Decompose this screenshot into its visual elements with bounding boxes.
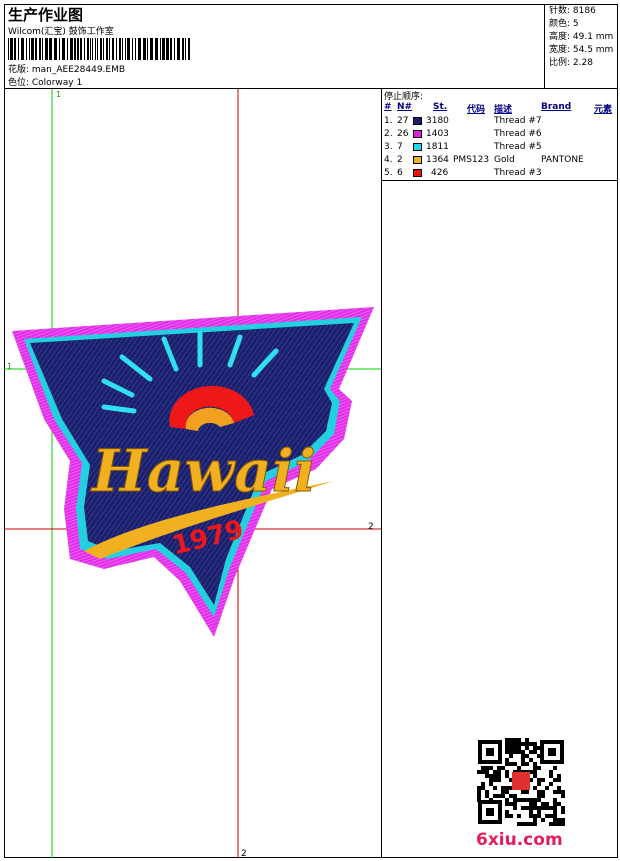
table-row[interactable]: 2. 26 1403 Thread #6: [382, 128, 618, 141]
color-swatch: [413, 143, 422, 151]
design-canvas[interactable]: Hawaii 1979 1 1 2 2: [4, 89, 382, 859]
guide-label-h2: 2: [368, 522, 374, 532]
hawaii-patch: Hawaii 1979: [12, 307, 374, 637]
stat-width: 宽度: 54.5 mm: [549, 45, 614, 55]
table-row[interactable]: 1. 27 3180 Thread #7: [382, 115, 618, 128]
table-row[interactable]: 5. 6 426 Thread #3: [382, 167, 618, 180]
guide-label-h1: 1: [7, 362, 12, 371]
stat-height: 高度: 49.1 mm: [549, 32, 614, 42]
qr-code: [476, 738, 566, 826]
stat-colors: 颜色: 5: [549, 19, 579, 29]
header-panel: 生产作业图 Wilcom(汇宝) 鼓饰工作室 花版: man_AEE28449.…: [4, 4, 618, 89]
barcode: [8, 38, 190, 60]
col-code: 代码: [467, 105, 486, 115]
patch-word: Hawaii: [90, 437, 316, 505]
stop-sequence-table: 停止顺序: # N# St. 代码 描述 Brand 元素 1. 27 3180…: [382, 89, 618, 181]
color-swatch: [413, 130, 422, 138]
guide-label-v2: 2: [241, 849, 247, 858]
color-swatch: [413, 169, 422, 177]
col-element: 元素: [594, 105, 613, 115]
col-index: #: [384, 102, 392, 112]
stat-scale: 比例: 2.28: [549, 58, 593, 68]
page-title: 生产作业图: [8, 6, 84, 24]
col-brand: Brand: [541, 102, 572, 112]
stats-panel: 针数: 8186 颜色: 5 高度: 49.1 mm 宽度: 54.5 mm 比…: [544, 4, 618, 89]
col-desc: 描述: [494, 105, 513, 115]
watermark-site: 6xiu.com: [476, 830, 563, 850]
design-preview: Hawaii 1979 1 1 2 2: [4, 89, 382, 859]
col-needle: N#: [397, 102, 413, 112]
design-file-label: 花版: man_AEE28449.EMB: [8, 65, 126, 75]
color-swatch: [413, 117, 422, 125]
stat-stitches: 针数: 8186: [549, 6, 596, 16]
colorway-label: 色位: Colorway 1: [8, 78, 83, 88]
guide-label-v1: 1: [56, 90, 61, 99]
stop-sequence-caption: 停止顺序:: [384, 92, 424, 102]
col-stitches: St.: [433, 102, 448, 112]
color-swatch: [413, 156, 422, 164]
table-row[interactable]: 3. 7 1811 Thread #5: [382, 141, 618, 154]
table-row[interactable]: 4. 2 1364 PMS123 Gold PANTONE: [382, 154, 618, 167]
company-name: Wilcom(汇宝) 鼓饰工作室: [8, 27, 114, 37]
